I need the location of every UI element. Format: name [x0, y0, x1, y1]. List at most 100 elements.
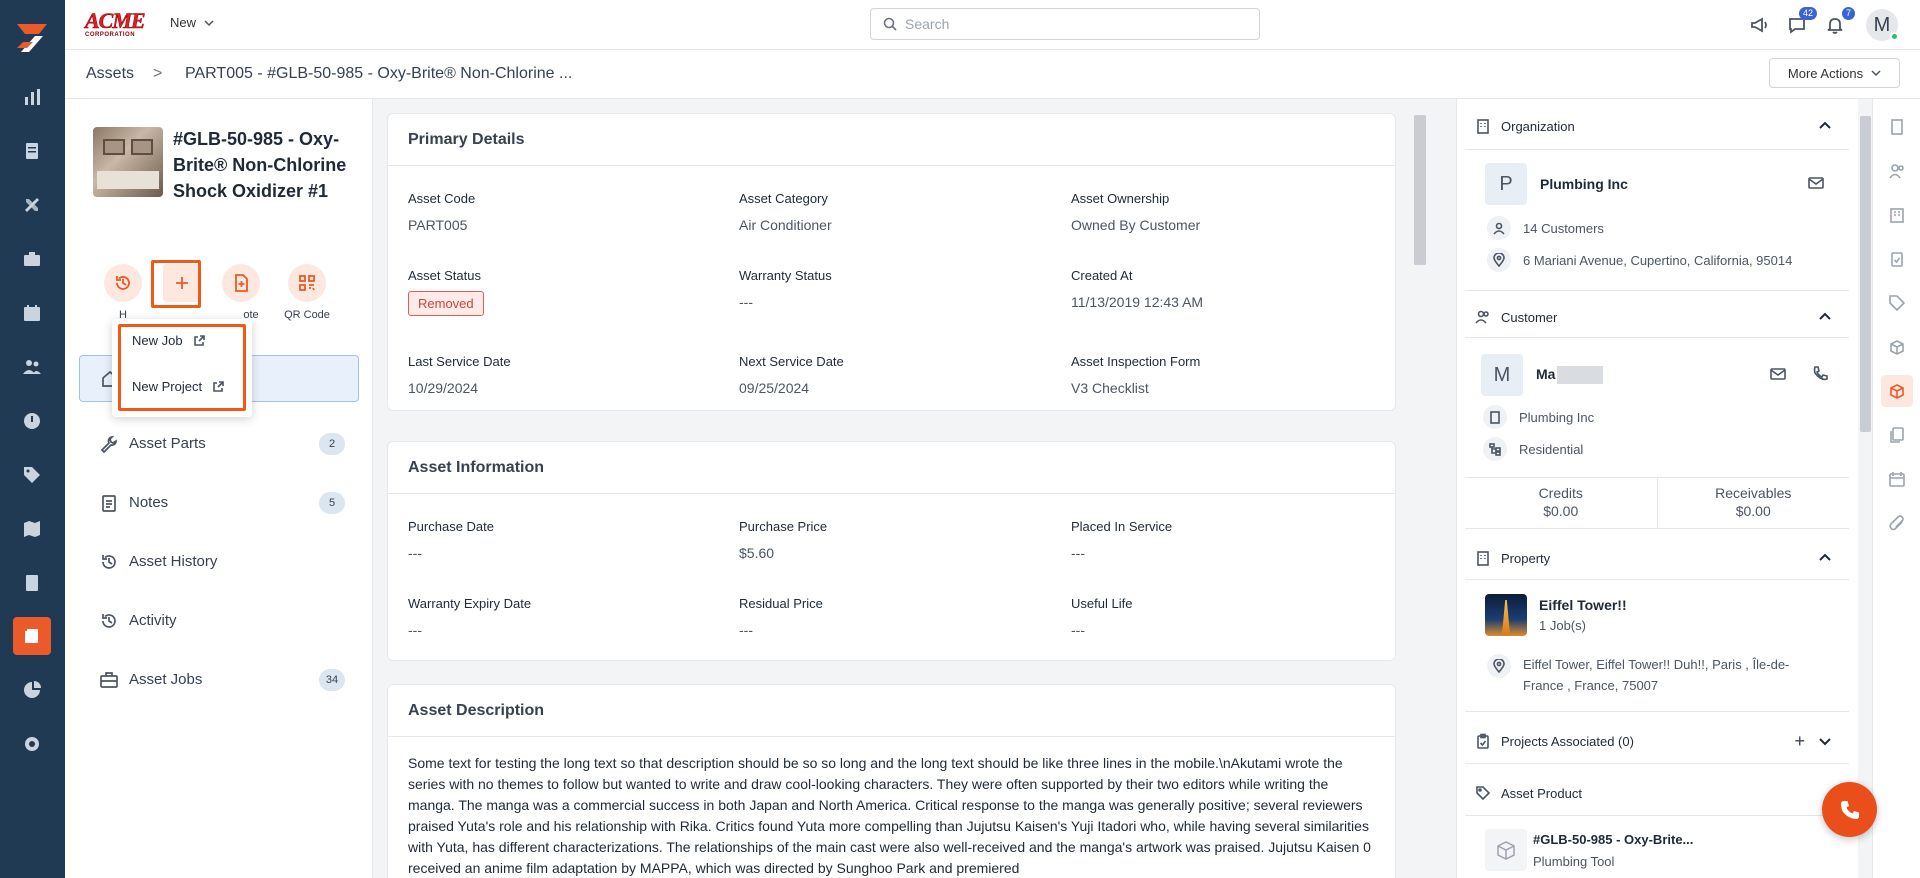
- breadcrumb-separator: >: [153, 65, 163, 82]
- asset-parts-count: 2: [319, 432, 345, 455]
- brand-logo[interactable]: ACME CORPORATION: [85, 9, 149, 38]
- add-project-button[interactable]: +: [1794, 731, 1805, 752]
- breadcrumb-current: PART005 - #GLB-50-985 - Oxy-Brite® Non-C…: [185, 65, 573, 82]
- field-warranty-expiry: Warranty Expiry Date ---: [408, 596, 532, 638]
- property-name[interactable]: Eiffel Tower!!: [1539, 597, 1627, 613]
- field-warranty-status: Warranty Status ---: [739, 268, 832, 310]
- clock-icon[interactable]: [20, 409, 44, 433]
- nav-asset-history[interactable]: Asset History: [79, 532, 359, 591]
- organization-section-header[interactable]: Organization: [1475, 118, 1845, 134]
- more-actions-button[interactable]: More Actions: [1769, 58, 1900, 88]
- quote-icon: [235, 274, 248, 292]
- announcement-icon[interactable]: [1747, 13, 1771, 37]
- nav-activity[interactable]: Activity: [79, 591, 359, 650]
- search-input[interactable]: [905, 16, 1225, 32]
- activity-icon: [102, 613, 116, 628]
- bell-icon[interactable]: 7: [1823, 7, 1855, 37]
- history-action[interactable]: H: [93, 264, 153, 321]
- property-shortcut-icon[interactable]: [1887, 205, 1907, 225]
- organization-shortcut-icon[interactable]: [1887, 117, 1907, 137]
- documents-shortcut-icon[interactable]: [1887, 425, 1907, 445]
- call-fab-button[interactable]: [1822, 782, 1877, 837]
- organization-name[interactable]: Plumbing Inc: [1540, 176, 1628, 192]
- right-panel-scrollbar[interactable]: [1860, 116, 1871, 432]
- user-avatar[interactable]: M: [1866, 9, 1899, 41]
- nav-notes[interactable]: Notes 5: [79, 473, 359, 532]
- tag-icon: [1476, 786, 1491, 801]
- documents-icon[interactable]: [20, 139, 44, 163]
- primary-details-title: Primary Details: [388, 114, 1395, 166]
- field-last-service-date: Last Service Date 10/29/2024: [408, 354, 511, 396]
- map-icon[interactable]: [20, 517, 44, 541]
- property-section-header[interactable]: Property: [1475, 550, 1845, 566]
- breadcrumb: Assets > PART005 - #GLB-50-985 - Oxy-Bri…: [65, 50, 1920, 99]
- app-logo-icon[interactable]: [13, 20, 51, 56]
- breadcrumb-assets-link[interactable]: Assets: [86, 65, 134, 83]
- projects-section-header[interactable]: Projects Associated (0) +: [1475, 731, 1845, 752]
- nav-asset-parts[interactable]: Asset Parts 2: [79, 414, 359, 473]
- nav-asset-jobs[interactable]: Asset Jobs 34: [79, 650, 359, 709]
- projects-shortcut-icon[interactable]: [1887, 249, 1907, 269]
- field-purchase-price: Purchase Price $5.60: [739, 519, 828, 561]
- property-image: [1485, 594, 1527, 636]
- settings-icon[interactable]: [20, 732, 44, 756]
- customer-balance: Credits $0.00 Receivables $0.00: [1465, 477, 1849, 529]
- calendar-icon[interactable]: [20, 301, 44, 325]
- search-icon: [883, 17, 897, 31]
- notification-count-badge: 7: [1841, 7, 1855, 20]
- briefcase-icon[interactable]: [20, 247, 44, 271]
- chevron-down-icon: [1871, 70, 1881, 77]
- customer-avatar: M: [1481, 354, 1523, 396]
- asset-product-section-header[interactable]: Asset Product: [1475, 785, 1845, 801]
- tag-icon[interactable]: [20, 463, 44, 487]
- attachment-shortcut-icon[interactable]: [1887, 513, 1907, 533]
- asset-information-card: Asset Information Purchase Date --- Purch…: [387, 441, 1396, 661]
- property-jobs: 1 Job(s): [1539, 618, 1586, 633]
- search-box[interactable]: [870, 8, 1260, 40]
- invoice-icon[interactable]: [20, 571, 44, 595]
- product-shortcut-icon[interactable]: [1887, 293, 1907, 313]
- left-nav-rail: [0, 0, 65, 878]
- wrench-icon: [100, 435, 117, 453]
- location-pin-icon: [1493, 659, 1505, 673]
- phone-icon[interactable]: [1811, 365, 1829, 383]
- online-status-dot: [1890, 32, 1899, 41]
- email-icon[interactable]: [1807, 174, 1825, 192]
- package-shortcut-icon[interactable]: [1887, 337, 1907, 357]
- users-icon: [1475, 310, 1489, 324]
- status-badge: Removed: [408, 291, 484, 316]
- chevron-down-icon: [204, 19, 214, 26]
- content-scrollbar[interactable]: [1414, 115, 1426, 265]
- customer-shortcut-icon[interactable]: [1887, 161, 1907, 181]
- reports-icon[interactable]: [20, 678, 44, 702]
- primary-details-card: Primary Details Asset Code PART005 Asset …: [387, 113, 1396, 411]
- location-pin-icon: [1493, 253, 1505, 267]
- field-asset-category: Asset Category Air Conditioner: [739, 191, 832, 233]
- asset-thumbnail: [93, 127, 163, 197]
- tools-icon[interactable]: [20, 193, 44, 217]
- quote-action[interactable]: ote: [211, 264, 271, 321]
- calendar-shortcut-icon[interactable]: [1887, 469, 1907, 489]
- field-created-at: Created At 11/13/2019 12:43 AM: [1071, 268, 1204, 310]
- qr-code-action[interactable]: QR Code: [277, 264, 337, 321]
- new-dropdown-button[interactable]: New: [170, 15, 214, 30]
- asset-shortcut-icon[interactable]: [1881, 375, 1913, 407]
- chat-icon[interactable]: 42: [1785, 7, 1817, 37]
- product-name[interactable]: #GLB-50-985 - Oxy-Brite...: [1533, 832, 1693, 847]
- notes-icon: [102, 494, 116, 512]
- customer-name[interactable]: Ma: [1536, 366, 1604, 385]
- email-icon[interactable]: [1769, 365, 1787, 383]
- phone-icon: [1840, 800, 1859, 819]
- assets-icon[interactable]: [13, 617, 51, 655]
- chevron-down-icon: [1819, 738, 1831, 746]
- related-info-panel: Organization P Plumbing Inc 14 Customers…: [1456, 99, 1858, 878]
- dashboard-icon[interactable]: [20, 85, 44, 109]
- field-residual-price: Residual Price ---: [739, 596, 823, 638]
- chevron-up-icon: [1819, 312, 1831, 320]
- users-icon[interactable]: [20, 355, 44, 379]
- clipboard-icon: [1477, 733, 1489, 749]
- property-address: Eiffel Tower, Eiffel Tower!! Duh!!, Pari…: [1487, 654, 1827, 696]
- credits-block: Credits $0.00: [1465, 478, 1658, 528]
- briefcase-icon: [100, 671, 118, 688]
- customer-section-header[interactable]: Customer: [1475, 309, 1845, 325]
